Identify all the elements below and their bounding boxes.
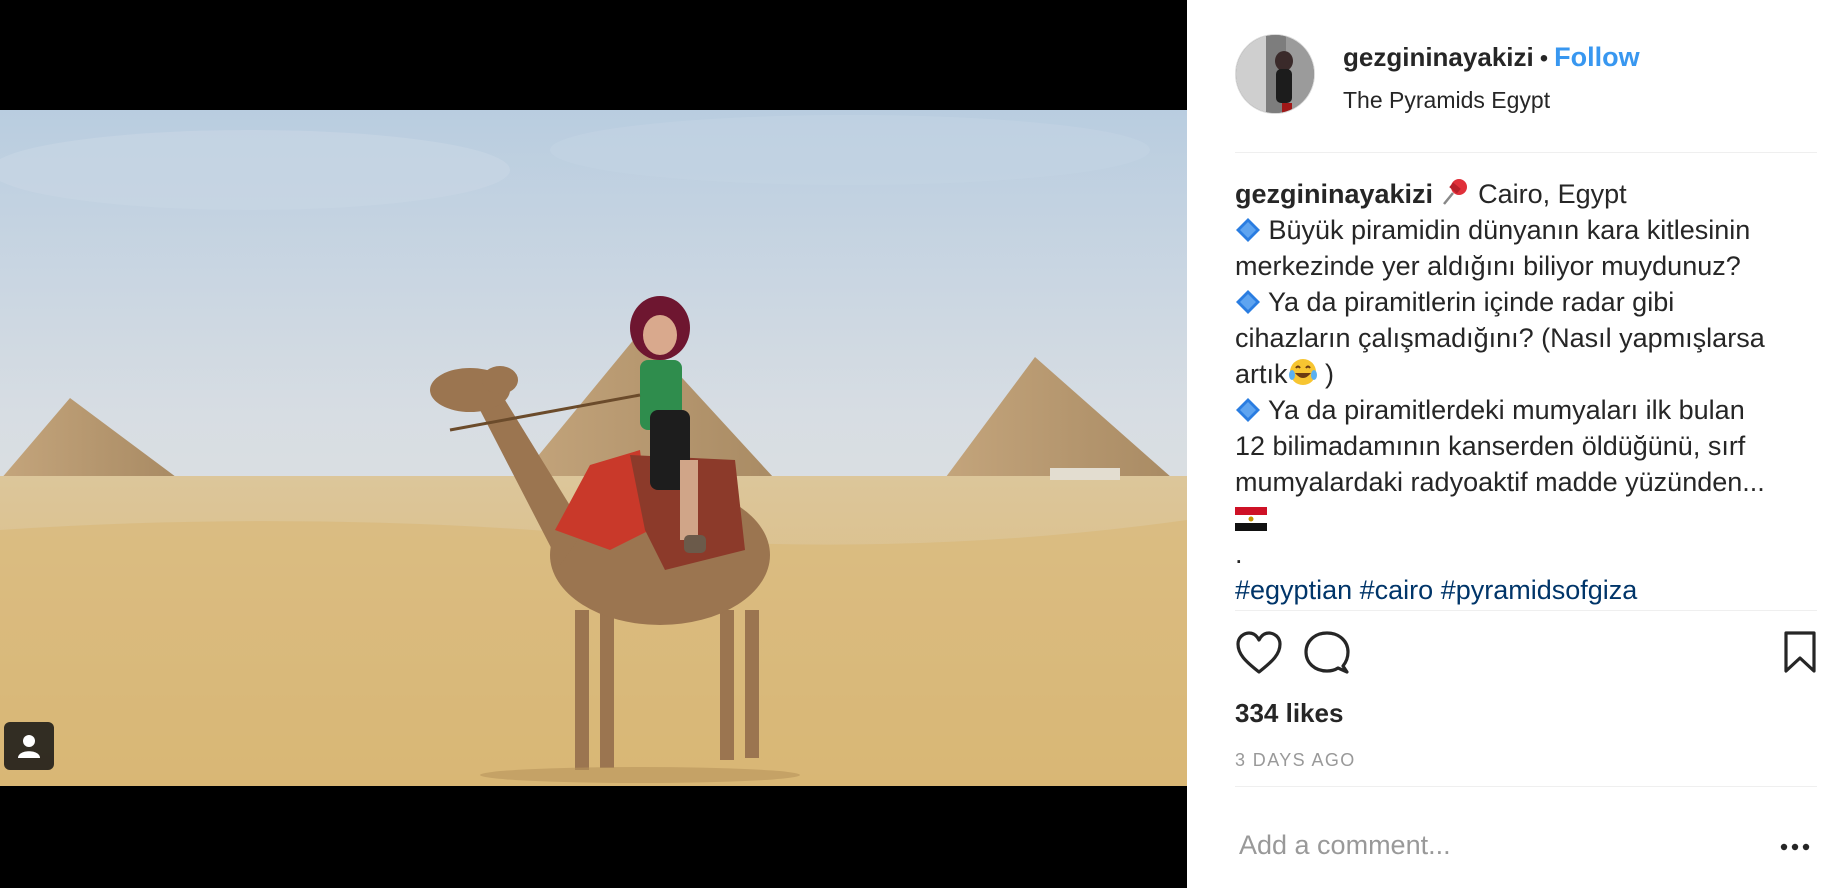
post-caption: gezgininayakizi Cairo, Egypt Büyük piram… bbox=[1235, 176, 1817, 608]
caption-text: artık bbox=[1235, 359, 1288, 389]
caption-line bbox=[1235, 500, 1817, 536]
user-tag-button[interactable] bbox=[4, 722, 54, 770]
divider bbox=[1235, 610, 1817, 611]
post-media bbox=[0, 0, 1187, 888]
egypt-flag-emoji bbox=[1235, 507, 1267, 531]
pyramids-camel-photo bbox=[0, 110, 1187, 786]
caption-text: cihazların çalışmadığını? (Nasıl yapmışl… bbox=[1235, 323, 1765, 353]
post-photo[interactable] bbox=[0, 110, 1187, 786]
location-link[interactable]: The Pyramids Egypt bbox=[1343, 87, 1640, 114]
comment-bubble-icon bbox=[1304, 631, 1350, 674]
caption-location: Cairo, Egypt bbox=[1478, 179, 1627, 209]
more-options-icon bbox=[1780, 843, 1810, 851]
header-text: gezgininayakizi • Follow The Pyramids Egyp… bbox=[1343, 42, 1640, 114]
caption-text: Ya da piramitlerdeki mumyaları ilk bulan bbox=[1268, 395, 1745, 425]
hashtag-link[interactable]: #cairo bbox=[1360, 575, 1434, 605]
caption-text: Büyük piramidin dünyanın kara kitlesinin bbox=[1268, 215, 1751, 245]
hashtag-list: #egyptian #cairo #pyramidsofgiza bbox=[1235, 572, 1817, 608]
add-comment-input[interactable] bbox=[1235, 820, 1743, 870]
divider bbox=[1235, 786, 1817, 787]
separator-dot: • bbox=[1539, 45, 1549, 72]
caption-text: merkezinde yer aldığını biliyor muydunuz… bbox=[1235, 251, 1741, 281]
user-tag-icon bbox=[18, 735, 40, 758]
caption-text: Ya da piramitlerin içinde radar gibi bbox=[1268, 287, 1675, 317]
hashtag-link[interactable]: #egyptian bbox=[1235, 575, 1352, 605]
caption-line: Ya da piramitlerdeki mumyaları ilk bulan bbox=[1235, 392, 1817, 428]
save-button[interactable] bbox=[1783, 630, 1817, 679]
post-timestamp[interactable]: 3 DAYS AGO bbox=[1235, 750, 1356, 771]
follow-button[interactable]: Follow bbox=[1554, 42, 1639, 72]
hashtag-link[interactable]: #pyramidsofgiza bbox=[1441, 575, 1638, 605]
pushpin-emoji bbox=[1442, 179, 1467, 205]
caption-line: gezgininayakizi Cairo, Egypt bbox=[1235, 176, 1817, 212]
caption-line: artık ) bbox=[1235, 356, 1817, 392]
caption-text: . bbox=[1235, 539, 1243, 569]
blue-diamond-emoji bbox=[1236, 398, 1260, 422]
heart-icon bbox=[1236, 631, 1282, 674]
caption-line: Ya da piramitlerin içinde radar gibi bbox=[1235, 284, 1817, 320]
comment-button[interactable] bbox=[1303, 630, 1351, 681]
caption-text: mumyalardaki radyoaktif madde yüzünden..… bbox=[1235, 467, 1765, 497]
tears-of-joy-emoji bbox=[1288, 359, 1317, 385]
blue-diamond-emoji bbox=[1236, 290, 1260, 314]
like-button[interactable] bbox=[1235, 630, 1283, 681]
bookmark-icon bbox=[1784, 631, 1816, 673]
post-header: gezgininayakizi • Follow The Pyramids Egyp… bbox=[1235, 34, 1817, 153]
action-bar bbox=[1235, 630, 1817, 680]
likes-count[interactable]: 334 likes bbox=[1235, 698, 1343, 729]
caption-text: 12 bilimadamının kanserden öldüğünü, sır… bbox=[1235, 431, 1746, 461]
post-details-panel: gezgininayakizi • Follow The Pyramids Egyp… bbox=[1187, 0, 1848, 888]
blue-diamond-emoji bbox=[1236, 218, 1260, 242]
more-options-button[interactable] bbox=[1775, 832, 1815, 862]
caption-username[interactable]: gezgininayakizi bbox=[1235, 179, 1433, 209]
header-username[interactable]: gezgininayakizi bbox=[1343, 42, 1534, 72]
caption-line: Büyük piramidin dünyanın kara kitlesinin bbox=[1235, 212, 1817, 248]
avatar[interactable] bbox=[1235, 34, 1315, 114]
caption-text: ) bbox=[1317, 359, 1335, 389]
avatar-image bbox=[1236, 35, 1314, 113]
